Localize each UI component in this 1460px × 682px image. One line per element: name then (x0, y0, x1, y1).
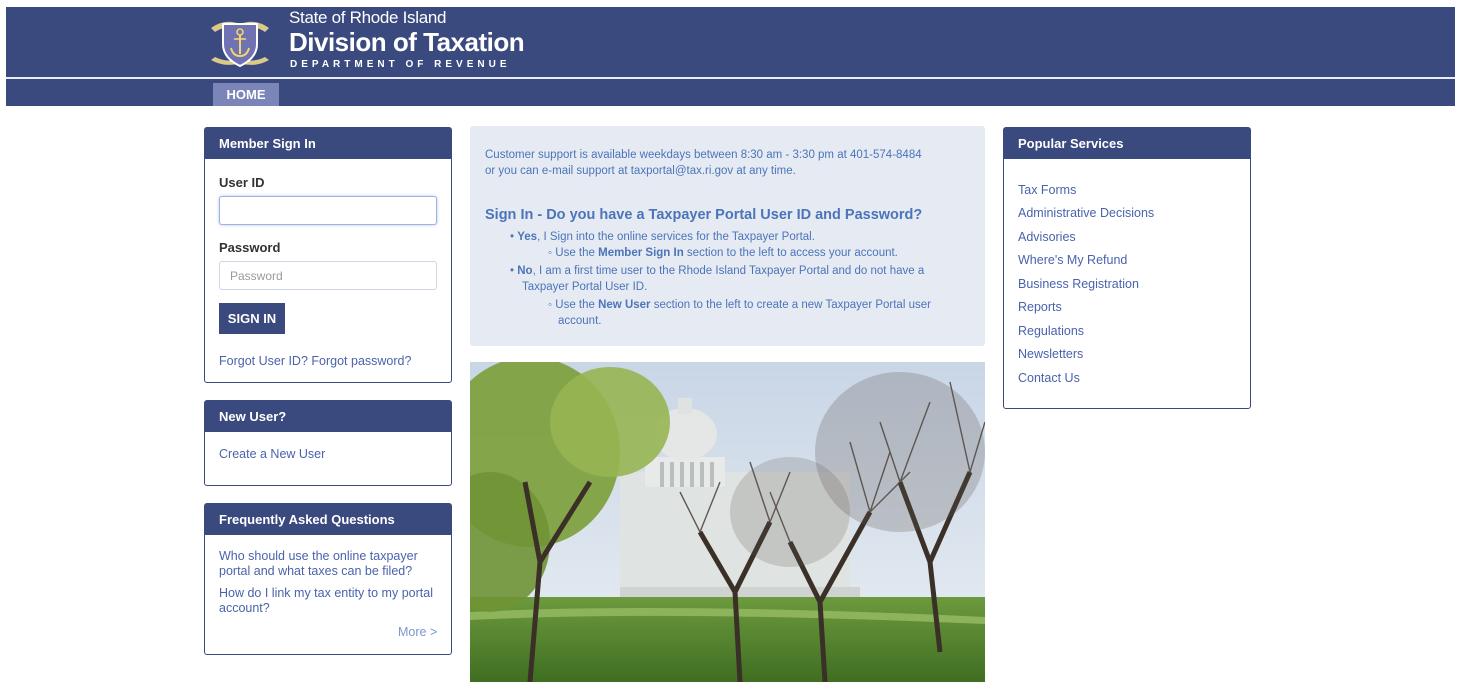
faq-panel: Frequently Asked Questions Who should us… (204, 503, 452, 655)
no-text-line1: , I am a first time user to the Rhode Is… (532, 265, 925, 277)
support-line-2: or you can e-mail support at taxportal@t… (485, 165, 796, 177)
rhode-island-seal-icon[interactable] (207, 10, 273, 72)
no-bullet-cont: Taxpayer Portal User ID. (522, 281, 648, 293)
signin-panel: Member Sign In User ID Password SIGN IN … (204, 127, 452, 383)
faq-question-1[interactable]: Who should use the online taxpayer porta… (219, 549, 418, 579)
service-wheres-my-refund[interactable]: Where's My Refund (1018, 253, 1127, 267)
brand-division[interactable]: Division of Taxation (289, 27, 525, 58)
yes-sub-post: section to the left to access your accou… (683, 247, 898, 259)
no-sub-post-line1: section to the left to create a new Taxp… (650, 299, 931, 311)
brand-state: State of Rhode Island (289, 8, 447, 27)
services-panel: Popular Services Tax Forms Administrativ… (1003, 127, 1251, 409)
faq-more-link[interactable]: More > (398, 625, 437, 639)
faq-title: Frequently Asked Questions (205, 504, 451, 535)
sign-in-heading: Sign In - Do you have a Taxpayer Portal … (485, 207, 923, 223)
new-user-title: New User? (205, 401, 451, 432)
new-user-panel: New User? Create a New User (204, 400, 452, 486)
service-business-registration[interactable]: Business Registration (1018, 277, 1139, 291)
no-sub-bullet-cont: account. (558, 315, 602, 327)
info-box: Customer support is available weekdays b… (470, 126, 985, 346)
yes-bold: Yes (517, 231, 538, 243)
create-new-user-link[interactable]: Create a New User (219, 447, 325, 461)
faq-question-2-line2: account? (219, 601, 270, 615)
yes-sub-bold: Member Sign In (598, 247, 684, 259)
forgot-credentials-link[interactable]: Forgot User ID? Forgot password? (219, 354, 411, 368)
sign-in-button[interactable]: SIGN IN (219, 303, 285, 334)
service-regulations[interactable]: Regulations (1018, 324, 1084, 338)
services-title: Popular Services (1004, 128, 1250, 159)
service-newsletters[interactable]: Newsletters (1018, 347, 1083, 361)
service-administrative-decisions[interactable]: Administrative Decisions (1018, 206, 1154, 220)
yes-sub-bullet: ◦ Use the Member Sign In section to the … (548, 245, 898, 261)
yes-text: , I Sign into the online services for th… (537, 231, 815, 243)
state-house-photo (470, 362, 985, 682)
yes-sub-pre: Use the (555, 247, 599, 259)
service-reports[interactable]: Reports (1018, 300, 1062, 314)
no-sub-pre: Use the (555, 299, 599, 311)
password-label: Password (219, 240, 281, 255)
faq-question-2-line1: How do I link my tax entity to my portal (219, 586, 433, 600)
faq-question-1-line2: portal and what taxes can be filed? (219, 564, 413, 578)
no-sub-bold: New User (598, 299, 651, 311)
password-input[interactable] (219, 261, 437, 290)
service-contact-us[interactable]: Contact Us (1018, 371, 1080, 385)
brand-department: DEPARTMENT OF REVENUE (290, 59, 511, 70)
no-bold: No (517, 265, 533, 277)
yes-bullet: • Yes, I Sign into the online services f… (510, 229, 815, 245)
service-tax-forms[interactable]: Tax Forms (1018, 183, 1076, 197)
support-line-1: Customer support is available weekdays b… (485, 149, 922, 161)
no-sub-bullet: ◦ Use the New User section to the left t… (548, 297, 931, 313)
faq-question-2[interactable]: How do I link my tax entity to my portal… (219, 586, 433, 616)
service-advisories[interactable]: Advisories (1018, 230, 1076, 244)
user-id-label: User ID (219, 175, 265, 190)
faq-question-1-line1: Who should use the online taxpayer (219, 549, 418, 563)
signin-title: Member Sign In (205, 128, 451, 159)
no-bullet: • No, I am a first time user to the Rhod… (510, 263, 924, 279)
user-id-input[interactable] (219, 196, 437, 225)
nav-home-tab[interactable]: HOME (213, 83, 279, 106)
